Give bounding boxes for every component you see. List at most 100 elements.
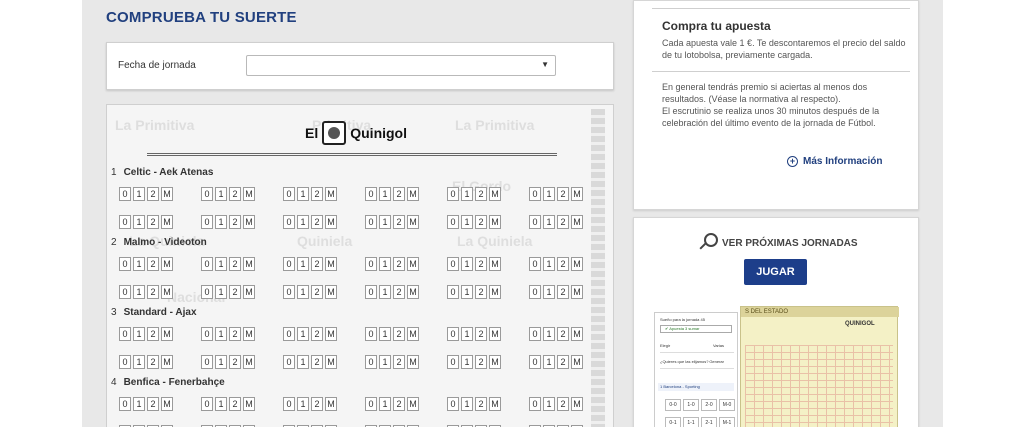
prediction-box[interactable]: 1 <box>215 355 227 369</box>
prediction-box[interactable]: M <box>407 285 419 299</box>
prediction-box[interactable]: 2 <box>393 327 405 341</box>
prediction-box[interactable]: 2 <box>475 285 487 299</box>
prediction-box[interactable]: 0 <box>201 397 213 411</box>
prediction-box[interactable]: 0 <box>119 257 131 271</box>
prediction-box[interactable]: M <box>407 257 419 271</box>
prediction-box[interactable]: M <box>161 215 173 229</box>
prediction-box[interactable]: M <box>161 355 173 369</box>
prediction-box[interactable]: 2 <box>311 397 323 411</box>
prediction-box[interactable]: 0 <box>283 257 295 271</box>
prediction-box[interactable]: 1 <box>133 257 145 271</box>
prediction-box[interactable]: 2 <box>557 257 569 271</box>
prediction-box[interactable]: 2 <box>557 285 569 299</box>
prediction-box[interactable]: 0 <box>119 285 131 299</box>
prediction-box[interactable]: 0 <box>447 397 459 411</box>
prediction-box[interactable]: 0 <box>529 397 541 411</box>
prediction-box[interactable]: 1 <box>543 187 555 201</box>
prediction-box[interactable]: 1 <box>297 257 309 271</box>
prediction-box[interactable]: 0 <box>365 327 377 341</box>
prediction-box[interactable]: 0 <box>283 397 295 411</box>
prediction-box[interactable]: 2 <box>147 215 159 229</box>
prediction-box[interactable]: M <box>571 355 583 369</box>
prediction-box[interactable]: M <box>571 187 583 201</box>
prediction-box[interactable]: 2 <box>147 327 159 341</box>
jugar-button[interactable]: JUGAR <box>744 259 807 285</box>
prediction-box[interactable]: 2 <box>393 187 405 201</box>
prediction-box[interactable]: 1 <box>379 187 391 201</box>
prediction-box[interactable]: 1 <box>215 257 227 271</box>
prediction-box[interactable]: 2 <box>557 327 569 341</box>
mas-informacion-link[interactable]: + Más Información <box>787 156 882 167</box>
prediction-box[interactable]: M <box>243 285 255 299</box>
prediction-box[interactable]: 2 <box>147 355 159 369</box>
prediction-box[interactable]: 0 <box>119 215 131 229</box>
prediction-box[interactable]: 2 <box>557 355 569 369</box>
prediction-box[interactable]: 2 <box>229 215 241 229</box>
prediction-box[interactable]: M <box>489 215 501 229</box>
prediction-box[interactable]: 0 <box>447 327 459 341</box>
prediction-box[interactable]: 1 <box>543 327 555 341</box>
prediction-box[interactable]: 2 <box>229 257 241 271</box>
prediction-box[interactable]: M <box>243 397 255 411</box>
prediction-box[interactable]: 1 <box>297 187 309 201</box>
prediction-box[interactable]: 0 <box>365 187 377 201</box>
prediction-box[interactable]: 1 <box>215 327 227 341</box>
prediction-box[interactable]: 2 <box>475 257 487 271</box>
prediction-box[interactable]: M <box>571 285 583 299</box>
prediction-box[interactable]: 0 <box>283 327 295 341</box>
prediction-box[interactable]: M <box>407 187 419 201</box>
fecha-select[interactable]: ▼ <box>246 55 556 76</box>
prediction-box[interactable]: 2 <box>557 187 569 201</box>
prediction-box[interactable]: 0 <box>529 355 541 369</box>
prediction-box[interactable]: 1 <box>133 285 145 299</box>
ver-proximas-jornadas-link[interactable]: VER PRÓXIMAS JORNADAS <box>698 233 858 253</box>
prediction-box[interactable]: 2 <box>311 285 323 299</box>
prediction-box[interactable]: 0 <box>365 215 377 229</box>
prediction-box[interactable]: M <box>489 397 501 411</box>
prediction-box[interactable]: 0 <box>529 285 541 299</box>
prediction-box[interactable]: 0 <box>119 187 131 201</box>
prediction-box[interactable]: 0 <box>119 327 131 341</box>
prediction-box[interactable]: 2 <box>393 215 405 229</box>
prediction-box[interactable]: M <box>243 257 255 271</box>
prediction-box[interactable]: M <box>489 285 501 299</box>
prediction-box[interactable]: 2 <box>311 187 323 201</box>
prediction-box[interactable]: 0 <box>201 257 213 271</box>
prediction-box[interactable]: 2 <box>475 327 487 341</box>
prediction-box[interactable]: M <box>407 215 419 229</box>
prediction-box[interactable]: 2 <box>229 355 241 369</box>
prediction-box[interactable]: 0 <box>119 355 131 369</box>
prediction-box[interactable]: 0 <box>201 215 213 229</box>
prediction-box[interactable]: 1 <box>297 397 309 411</box>
prediction-box[interactable]: 2 <box>311 355 323 369</box>
prediction-box[interactable]: M <box>571 215 583 229</box>
prediction-box[interactable]: 0 <box>365 285 377 299</box>
prediction-box[interactable]: M <box>407 355 419 369</box>
prediction-box[interactable]: M <box>243 215 255 229</box>
prediction-box[interactable]: M <box>489 327 501 341</box>
prediction-box[interactable]: M <box>571 257 583 271</box>
prediction-box[interactable]: 2 <box>147 257 159 271</box>
prediction-box[interactable]: 2 <box>475 187 487 201</box>
prediction-box[interactable]: M <box>161 257 173 271</box>
prediction-box[interactable]: 2 <box>393 285 405 299</box>
prediction-box[interactable]: M <box>325 397 337 411</box>
prediction-box[interactable]: 0 <box>201 355 213 369</box>
prediction-box[interactable]: 0 <box>447 187 459 201</box>
prediction-box[interactable]: 0 <box>283 285 295 299</box>
prediction-box[interactable]: M <box>243 355 255 369</box>
prediction-box[interactable]: 1 <box>297 285 309 299</box>
prediction-box[interactable]: 1 <box>379 215 391 229</box>
prediction-box[interactable]: 2 <box>393 397 405 411</box>
prediction-box[interactable]: 2 <box>229 327 241 341</box>
prediction-box[interactable]: 1 <box>461 187 473 201</box>
prediction-box[interactable]: M <box>243 327 255 341</box>
prediction-box[interactable]: M <box>325 215 337 229</box>
prediction-box[interactable]: 0 <box>447 285 459 299</box>
prediction-box[interactable]: M <box>325 355 337 369</box>
prediction-box[interactable]: 0 <box>529 257 541 271</box>
prediction-box[interactable]: M <box>489 355 501 369</box>
prediction-box[interactable]: 1 <box>297 327 309 341</box>
prediction-box[interactable]: M <box>325 285 337 299</box>
prediction-box[interactable]: 0 <box>529 327 541 341</box>
